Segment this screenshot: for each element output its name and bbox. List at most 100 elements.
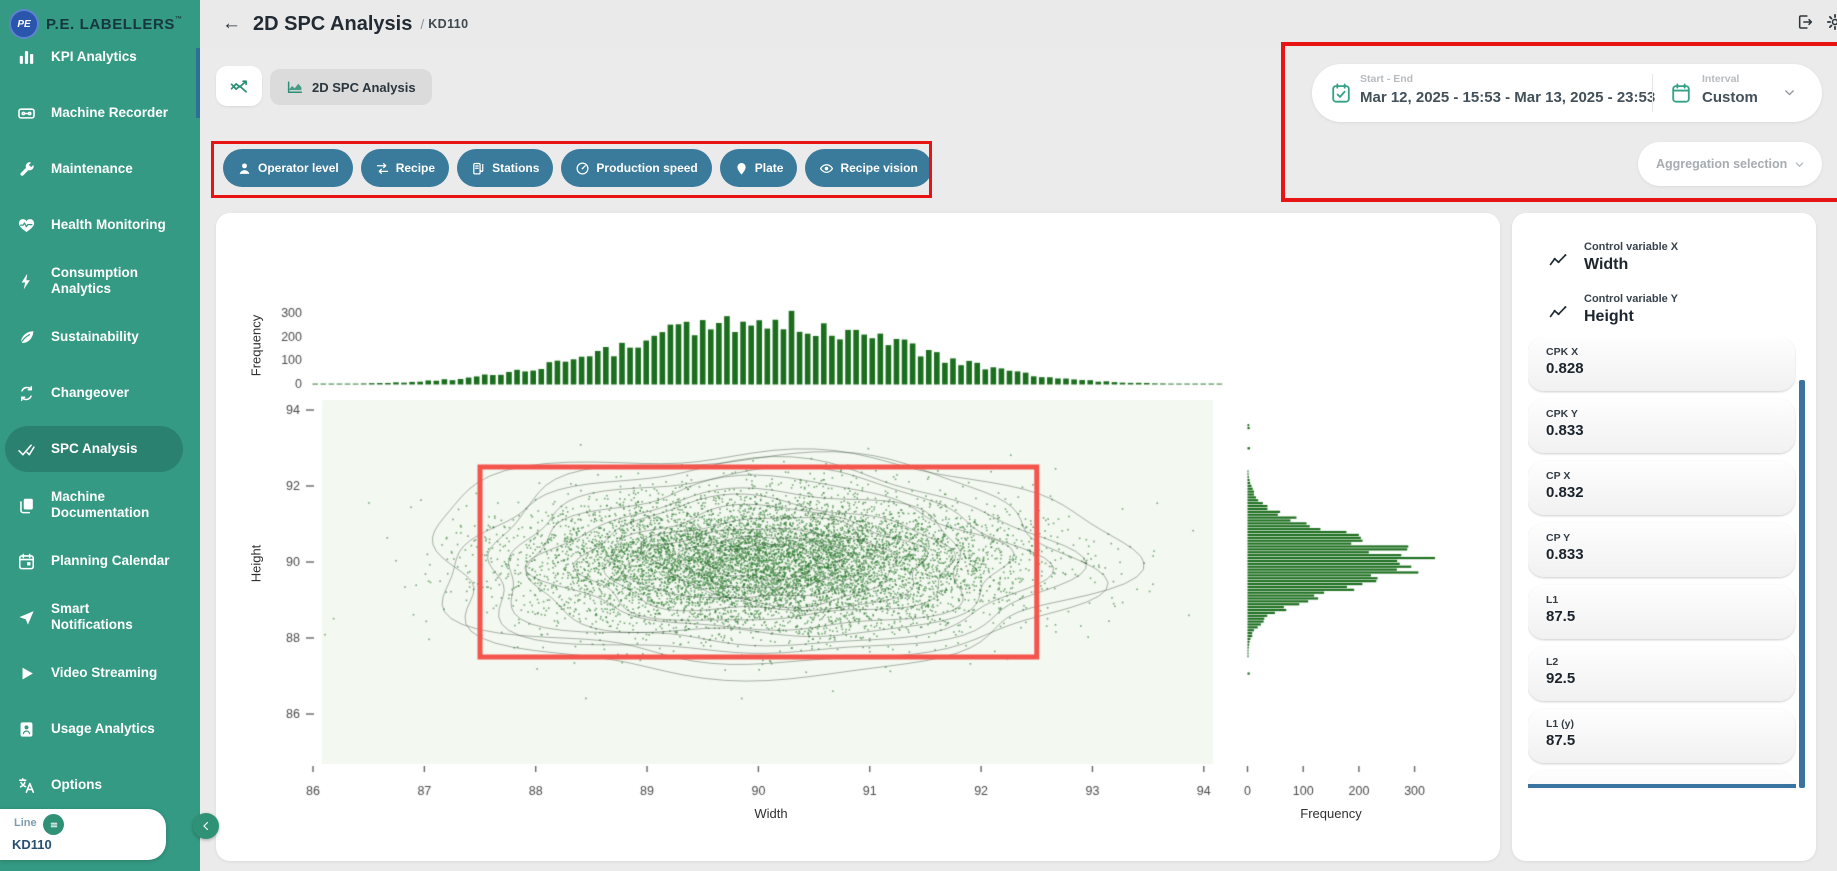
line-selector-label: Line [14, 817, 37, 829]
bolt-icon [17, 272, 37, 291]
topbar: ← 2D SPC Analysis / KD110 [200, 0, 1837, 48]
double-check-icon [17, 440, 37, 459]
filter-button-recipe-vision[interactable]: Recipe vision [805, 149, 931, 187]
stats-panel: Control variable X Width Control variabl… [1512, 213, 1816, 861]
trademark-mark: ™ [175, 16, 183, 23]
y-axis-label: Height [249, 509, 264, 619]
stat-card-cpk-x: CPK X0.828 [1528, 337, 1795, 391]
sidebar-item-video-streaming[interactable]: Video Streaming [0, 645, 200, 701]
back-button[interactable]: ← [222, 13, 241, 35]
area-chart-icon [286, 78, 304, 96]
sidebar-item-options[interactable]: Options [0, 757, 200, 813]
leaf-icon [17, 328, 37, 347]
page-title: 2D SPC Analysis [253, 13, 412, 36]
sidebar-item-machine-documentation[interactable]: Machine Documentation [0, 477, 200, 533]
chevron-down-icon [1793, 158, 1806, 171]
trend-icon [1548, 251, 1568, 271]
station-icon [471, 161, 486, 176]
date-range-picker[interactable]: Start - End Mar 12, 2025 - 15:53 - Mar 1… [1312, 64, 1822, 122]
stat-card-cp-y: CP Y0.833 [1528, 523, 1795, 577]
control-variable-x-label: Control variable X [1584, 241, 1678, 253]
play-icon [17, 664, 37, 683]
map-pin-icon [734, 161, 749, 176]
cycle-icon [17, 384, 37, 403]
filter-button-stations[interactable]: Stations [457, 149, 553, 187]
sidebar-item-smart-notifications[interactable]: Smart Notifications [0, 589, 200, 645]
heart-pulse-icon [17, 216, 37, 235]
settings-gear-icon[interactable] [1826, 13, 1837, 31]
stat-card-cp-x: CP X0.832 [1528, 461, 1795, 515]
translate-icon [17, 776, 37, 795]
pe-labellers-logo-icon: PE [9, 9, 39, 39]
control-variable-x-value: Width [1584, 256, 1628, 274]
sidebar-collapse-button[interactable] [193, 813, 219, 839]
trend-icon [1548, 303, 1568, 323]
sidebar-scrollbar-thumb[interactable] [196, 48, 200, 118]
spc-chart-card: Frequency Height Width Frequency [216, 213, 1500, 861]
sidebar-item-planning-calendar[interactable]: Planning Calendar [0, 533, 200, 589]
interval-value: Custom [1702, 89, 1758, 106]
topbar-icons [1796, 13, 1837, 31]
sidebar-item-spc-analysis[interactable]: SPC Analysis [0, 421, 200, 477]
filters-row: Operator levelRecipeStationsProduction s… [223, 149, 932, 187]
stat-card-l1: L187.5 [1528, 585, 1795, 639]
cassette-icon [17, 104, 37, 123]
line-selector-card: Line KD110 [0, 809, 166, 860]
control-variable-y-label: Control variable Y [1584, 293, 1678, 305]
id-card-icon [17, 720, 37, 739]
divider [1652, 74, 1653, 112]
send-icon [17, 608, 37, 627]
chevron-down-icon[interactable] [1782, 85, 1797, 100]
user-icon [237, 161, 252, 176]
filter-button-operator-level[interactable]: Operator level [223, 149, 353, 187]
tab-label: 2D SPC Analysis [312, 80, 416, 95]
stat-card-cpk-y: CPK Y0.833 [1528, 399, 1795, 453]
calendar-icon [1670, 82, 1692, 104]
stat-card-l1-y: L1 (y)87.5 [1528, 709, 1795, 763]
sidebar-item-consumption-analytics[interactable]: Consumption Analytics [0, 253, 200, 309]
eye-icon [819, 161, 834, 176]
tab-2d-spc-analysis[interactable]: 2D SPC Analysis [270, 69, 432, 105]
line-list-icon[interactable] [43, 814, 64, 835]
logo: PE P.E. LABELLERS™ [0, 0, 200, 48]
documents-icon [17, 496, 37, 515]
top-histogram-axis-label: Frequency [249, 291, 264, 401]
sidebar-item-machine-recorder[interactable]: Machine Recorder [0, 85, 200, 141]
start-end-value: Mar 12, 2025 - 15:53 - Mar 13, 2025 - 23… [1360, 89, 1655, 106]
bar-chart-icon [17, 48, 37, 67]
swap-arrows-icon [375, 161, 390, 176]
filter-button-plate[interactable]: Plate [720, 149, 798, 187]
breadcrumb-separator: / [420, 16, 424, 32]
logo-text: P.E. LABELLERS™ [46, 16, 183, 33]
breadcrumb-machine: KD110 [428, 17, 468, 31]
calendar-check-icon [1330, 82, 1352, 104]
x-axis-label: Width [721, 806, 821, 821]
line-selector-value: KD110 [12, 837, 52, 852]
start-end-label: Start - End [1360, 73, 1413, 85]
interval-label: Interval [1702, 73, 1739, 85]
stats-horizontal-scrollbar[interactable] [1528, 784, 1796, 788]
control-variable-y-value: Height [1584, 308, 1634, 326]
filter-button-recipe[interactable]: Recipe [361, 149, 449, 187]
stat-card-l2: L292.5 [1528, 647, 1795, 701]
2d-spc-analysis-page: PE P.E. LABELLERS™ KPI AnalyticsMachine … [0, 0, 1837, 871]
aggregation-label: Aggregation selection [1656, 157, 1787, 171]
sidebar-menu: KPI AnalyticsMachine RecorderMaintenance… [0, 29, 200, 813]
stats-vertical-scrollbar[interactable] [1799, 380, 1805, 788]
stats-list: CPK X0.828 CPK Y0.833 CP X0.832 CP Y0.833 L1… [1528, 337, 1796, 790]
sidebar-item-changeover[interactable]: Changeover [0, 365, 200, 421]
aggregation-selection-dropdown[interactable]: Aggregation selection [1638, 142, 1822, 186]
speedometer-icon [575, 161, 590, 176]
sidebar-item-sustainability[interactable]: Sustainability [0, 309, 200, 365]
calendar-icon [17, 552, 37, 571]
filter-button-production-speed[interactable]: Production speed [561, 149, 711, 187]
tab-spc-trend[interactable] [216, 66, 262, 106]
right-histogram-axis-label: Frequency [1281, 806, 1381, 821]
spc-scatter-canvas[interactable] [216, 213, 1500, 861]
logout-icon[interactable] [1796, 13, 1814, 31]
sidebar-item-maintenance[interactable]: Maintenance [0, 141, 200, 197]
wrench-icon [17, 160, 37, 179]
sidebar: PE P.E. LABELLERS™ KPI AnalyticsMachine … [0, 0, 200, 871]
sidebar-item-usage-analytics[interactable]: Usage Analytics [0, 701, 200, 757]
sidebar-item-health-monitoring[interactable]: Health Monitoring [0, 197, 200, 253]
